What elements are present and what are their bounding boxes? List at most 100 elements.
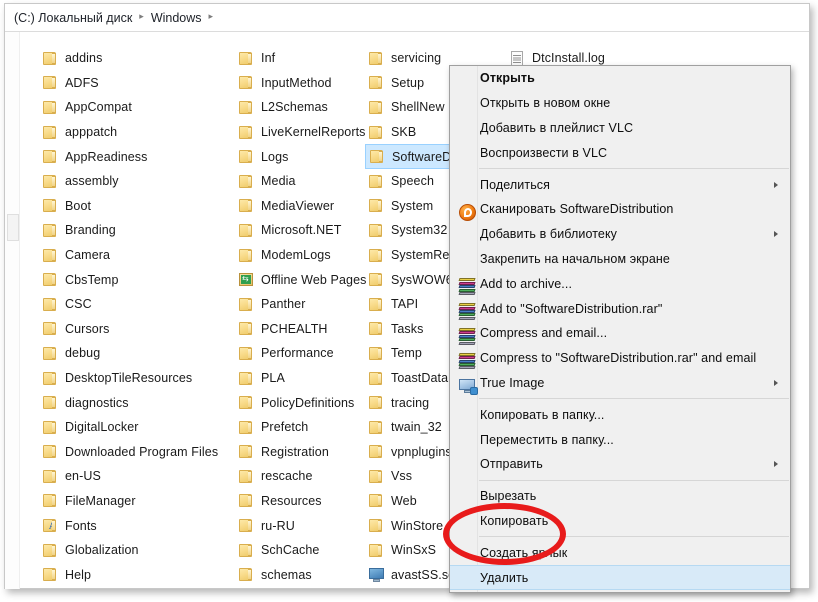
context-menu-item[interactable]: Add to archive... (450, 271, 790, 296)
file-list-item[interactable]: Prefetch (235, 415, 365, 440)
file-list-item-label: Microsoft.NET (261, 223, 342, 238)
file-list-item[interactable]: addins (39, 46, 235, 71)
file-list-item[interactable]: AppCompat (39, 95, 235, 120)
folder-icon (238, 174, 255, 189)
file-list-item[interactable]: Microsoft.NET (235, 218, 365, 243)
context-menu-item[interactable]: Создать ярлык (450, 540, 790, 565)
context-menu-item[interactable]: Добавить в библиотеку (450, 222, 790, 247)
file-list-item[interactable]: debug (39, 341, 235, 366)
file-list-item[interactable]: DesktopTileResources (39, 366, 235, 391)
context-menu-item[interactable]: True Image (450, 371, 790, 396)
file-list-item[interactable]: PolicyDefinitions (235, 390, 365, 415)
file-list-item[interactable]: SchCache (235, 538, 365, 563)
context-menu-item[interactable]: Открыть (450, 66, 790, 91)
file-list-item[interactable]: CSC (39, 292, 235, 317)
file-list-item-label: assembly (65, 174, 119, 189)
folder-icon (238, 248, 255, 263)
breadcrumb-item-windows[interactable]: Windows (151, 11, 202, 25)
breadcrumb-separator-icon[interactable]: ▸ (139, 11, 144, 22)
file-list-item[interactable]: L2Schemas (235, 95, 365, 120)
file-list-item[interactable]: Registration (235, 440, 365, 465)
file-list-item[interactable]: ModemLogs (235, 243, 365, 268)
context-menu-item[interactable]: Сканировать SoftwareDistribution (450, 197, 790, 222)
file-context-menu[interactable]: Открыть Открыть в новом окне Добавить в пл… (449, 65, 791, 593)
file-list-item[interactable]: ⇆ Offline Web Pages (235, 267, 366, 292)
context-menu-item[interactable]: Открыть в новом окне (450, 91, 790, 116)
folder-icon (238, 100, 255, 115)
file-list-item[interactable]: Panther (235, 292, 365, 317)
file-list-item[interactable]: Media (235, 169, 365, 194)
file-list-item[interactable]: FileManager (39, 489, 235, 514)
file-list-item[interactable]: schemas (235, 562, 365, 587)
screensaver-icon (368, 567, 385, 583)
address-bar[interactable]: (C:) Локальный диск ▸ Windows ▸ (5, 4, 809, 32)
context-menu-item[interactable]: Воспроизвести в VLC (450, 140, 790, 165)
context-menu-item[interactable]: Вырезать (450, 484, 790, 509)
breadcrumb-item-drive[interactable]: (C:) Локальный диск (14, 11, 132, 25)
file-list-item[interactable]: AppReadiness (39, 144, 235, 169)
file-list-item[interactable]: Camera (39, 243, 235, 268)
file-list-item[interactable]: assembly (39, 169, 235, 194)
context-menu-item[interactable]: Закрепить на начальном экране (450, 247, 790, 272)
file-list-item-label: Setup (391, 75, 425, 90)
folder-icon (42, 469, 59, 484)
folder-icon (368, 543, 385, 558)
file-list-item[interactable]: en-US (39, 464, 235, 489)
file-list-item-label: AppCompat (65, 100, 132, 115)
context-menu-item-label: Открыть в новом окне (480, 96, 611, 111)
context-menu-item[interactable]: Compress to "SoftwareDistribution.rar" a… (450, 346, 790, 371)
context-menu-item[interactable]: Отправить (450, 452, 790, 477)
file-list-item[interactable]: LiveKernelReports (235, 120, 365, 145)
fonts-folder-icon: A (42, 518, 59, 533)
context-menu-item-label: Compress to "SoftwareDistribution.rar" a… (480, 351, 757, 366)
context-menu-item-highlighted[interactable]: Удалить (450, 565, 790, 590)
file-list-item[interactable]: A Fonts (39, 513, 235, 538)
file-list-item[interactable]: apppatch (39, 120, 235, 145)
file-list-item[interactable]: PCHEALTH (235, 317, 365, 342)
folder-icon (368, 371, 385, 386)
horizontal-scroll-rail[interactable] (5, 32, 20, 589)
context-menu-item[interactable]: Compress and email... (450, 321, 790, 346)
context-menu-item[interactable]: Переместить в папку... (450, 427, 790, 452)
file-list-item[interactable]: Resources (235, 489, 365, 514)
file-list-item[interactable]: PLA (235, 366, 365, 391)
file-list-item[interactable]: DigitalLocker (39, 415, 235, 440)
folder-icon (368, 75, 385, 90)
file-list-item[interactable]: MediaViewer (235, 194, 365, 219)
file-list-item[interactable]: Branding (39, 218, 235, 243)
context-menu-item-label: Add to archive... (480, 276, 573, 291)
file-list-item-label: Registration (261, 444, 329, 459)
file-list-item[interactable]: ru-RU (235, 513, 365, 538)
file-list-item[interactable]: security (235, 587, 365, 588)
context-menu-item[interactable]: Копировать в папку... (450, 402, 790, 427)
file-list-item[interactable]: Inf (235, 46, 365, 71)
file-list-item[interactable]: Globalization (39, 538, 235, 563)
context-menu-item[interactable]: Поделиться (450, 172, 790, 197)
file-list-item[interactable]: Downloaded Program Files (39, 440, 235, 465)
context-menu-item[interactable]: Копировать (450, 509, 790, 534)
folder-icon (368, 198, 385, 213)
folder-icon (238, 371, 255, 386)
context-menu-item-label: Открыть (480, 71, 535, 86)
file-list-item[interactable]: Cursors (39, 317, 235, 342)
file-list-item-label: Branding (65, 223, 116, 238)
file-list-item[interactable]: Boot (39, 194, 235, 219)
file-list-item[interactable]: diagnostics (39, 390, 235, 415)
folder-icon (238, 149, 255, 164)
scroll-thumb[interactable] (7, 214, 19, 241)
file-list-item-label: WinStore (391, 518, 444, 533)
context-menu-item[interactable]: Add to "SoftwareDistribution.rar" (450, 296, 790, 321)
file-list-item[interactable]: Logs (235, 144, 365, 169)
file-list-item[interactable]: InputMethod (235, 71, 365, 96)
file-list-item[interactable]: Performance (235, 341, 365, 366)
file-list-item[interactable]: rescache (235, 464, 365, 489)
breadcrumb-separator-icon[interactable]: ▸ (209, 11, 214, 22)
context-menu-item[interactable]: Добавить в плейлист VLC (450, 116, 790, 141)
folder-icon (42, 371, 59, 386)
file-list-item[interactable]: CbsTemp (39, 267, 235, 292)
file-list-item[interactable]: IME (39, 587, 235, 588)
file-list-item-label: Prefetch (261, 420, 309, 435)
file-list-item[interactable]: Help (39, 562, 235, 587)
context-menu-item[interactable]: Переименовать (450, 590, 790, 592)
file-list-item[interactable]: ADFS (39, 71, 235, 96)
